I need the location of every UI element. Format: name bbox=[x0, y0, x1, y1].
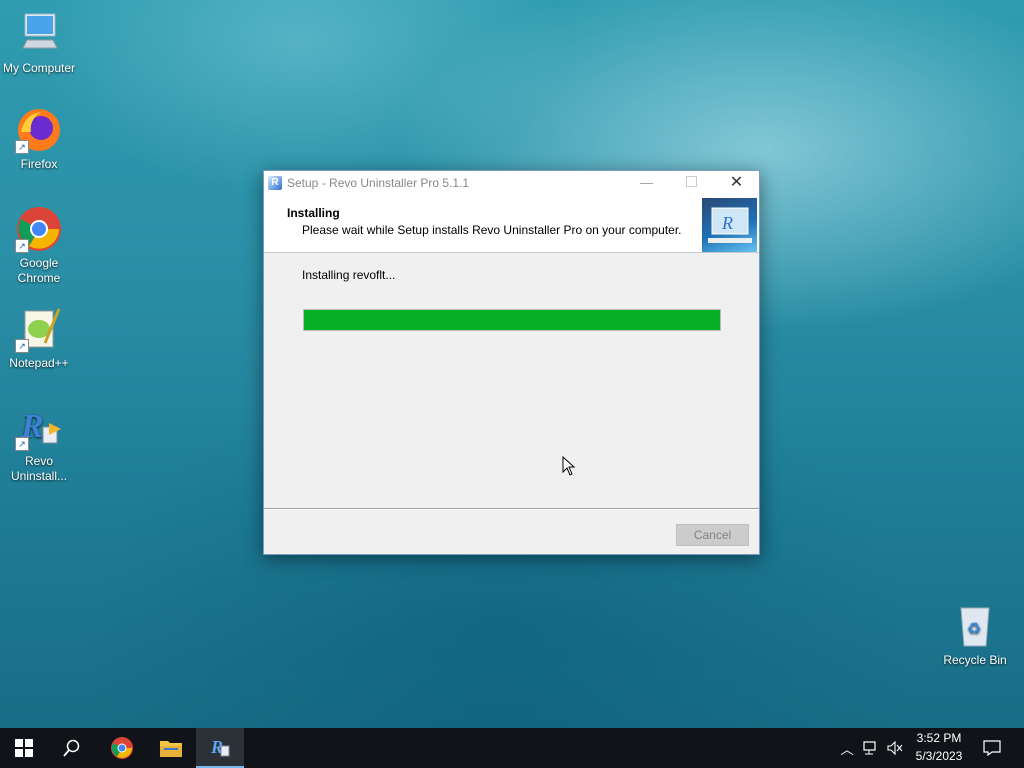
mouse-cursor-icon bbox=[562, 455, 576, 479]
cancel-button[interactable]: Cancel bbox=[676, 524, 749, 546]
revo-uninstaller-icon: R ↗ bbox=[15, 403, 63, 451]
maximize-button[interactable] bbox=[669, 171, 714, 195]
search-icon bbox=[63, 739, 80, 757]
chevron-up-icon: ︿ bbox=[840, 741, 854, 757]
network-button[interactable] bbox=[859, 728, 883, 768]
shortcut-arrow-icon: ↗ bbox=[15, 339, 29, 353]
dialog-titlebar[interactable]: R Setup - Revo Uninstaller Pro 5.1.1 — ✕ bbox=[264, 171, 759, 195]
desktop-icon-label: Google Chrome bbox=[17, 256, 61, 285]
desktop-icon-chrome[interactable]: ↗ Google Chrome bbox=[1, 205, 77, 286]
taskbar-chrome[interactable] bbox=[98, 728, 146, 768]
desktop-icon-notepadpp[interactable]: ↗ Notepad++ bbox=[1, 305, 77, 371]
start-button[interactable] bbox=[0, 728, 48, 768]
volume-button[interactable] bbox=[883, 728, 907, 768]
install-status-text: Installing revoflt... bbox=[302, 268, 396, 282]
desktop-icon-label: Revo Uninstall... bbox=[10, 454, 68, 483]
maximize-icon bbox=[686, 176, 697, 187]
header-subtitle: Please wait while Setup installs Revo Un… bbox=[302, 223, 682, 237]
computer-icon bbox=[15, 10, 63, 58]
search-button[interactable] bbox=[48, 728, 96, 768]
svg-text:♻: ♻ bbox=[967, 621, 981, 638]
desktop-icon-label: Firefox bbox=[20, 157, 58, 171]
close-icon: ✕ bbox=[729, 174, 744, 191]
footer-divider bbox=[264, 508, 759, 510]
revo-app-icon: R bbox=[268, 176, 282, 190]
minimize-icon: — bbox=[640, 175, 653, 190]
svg-text:R: R bbox=[721, 213, 733, 233]
chrome-icon bbox=[111, 737, 133, 759]
clock-time[interactable]: 3:52 PM bbox=[910, 731, 968, 745]
dialog-header: Installing Please wait while Setup insta… bbox=[264, 195, 759, 253]
desktop-icon-firefox[interactable]: ↗ Firefox bbox=[1, 106, 77, 172]
show-hidden-icons-button[interactable]: ︿ bbox=[836, 728, 858, 768]
notification-icon bbox=[983, 740, 1001, 756]
close-button[interactable]: ✕ bbox=[714, 171, 759, 195]
revo-uninstaller-icon: R bbox=[210, 737, 230, 757]
setup-dialog: R Setup - Revo Uninstaller Pro 5.1.1 — ✕… bbox=[263, 170, 760, 555]
shortcut-arrow-icon: ↗ bbox=[15, 239, 29, 253]
revo-logo-icon: R bbox=[702, 198, 757, 252]
desktop-icon-label: Notepad++ bbox=[9, 356, 69, 370]
taskbar-file-explorer[interactable] bbox=[147, 728, 195, 768]
recycle-bin-icon: ♻ bbox=[951, 602, 999, 650]
shortcut-arrow-icon: ↗ bbox=[15, 437, 29, 451]
volume-muted-icon bbox=[887, 741, 903, 755]
desktop-icon-revo-uninstaller[interactable]: R ↗ Revo Uninstall... bbox=[1, 403, 77, 484]
minimize-button[interactable]: — bbox=[624, 171, 669, 195]
firefox-icon: ↗ bbox=[15, 106, 63, 154]
folder-icon bbox=[160, 741, 182, 757]
shortcut-arrow-icon: ↗ bbox=[15, 140, 29, 154]
dialog-title: Setup - Revo Uninstaller Pro 5.1.1 bbox=[287, 176, 470, 190]
desktop-icon-recycle-bin[interactable]: ♻ Recycle Bin bbox=[937, 602, 1013, 668]
desktop-icon-label: Recycle Bin bbox=[943, 653, 1007, 667]
install-progress-bar bbox=[303, 309, 721, 331]
clock-date[interactable]: 5/3/2023 bbox=[910, 749, 968, 763]
header-title: Installing bbox=[287, 206, 340, 220]
taskbar: R ︿ 3:52 PM 5/3/2023 bbox=[0, 728, 1024, 768]
desktop-icon-my-computer[interactable]: My Computer bbox=[1, 10, 77, 76]
desktop-icon-label: My Computer bbox=[2, 61, 76, 75]
notepad-plus-plus-icon: ↗ bbox=[15, 305, 63, 353]
progress-fill bbox=[304, 310, 720, 330]
taskbar-revo-setup[interactable]: R bbox=[196, 728, 244, 768]
action-center-button[interactable] bbox=[972, 728, 1012, 768]
windows-icon bbox=[15, 739, 33, 757]
network-icon bbox=[863, 741, 876, 755]
chrome-icon: ↗ bbox=[15, 205, 63, 253]
